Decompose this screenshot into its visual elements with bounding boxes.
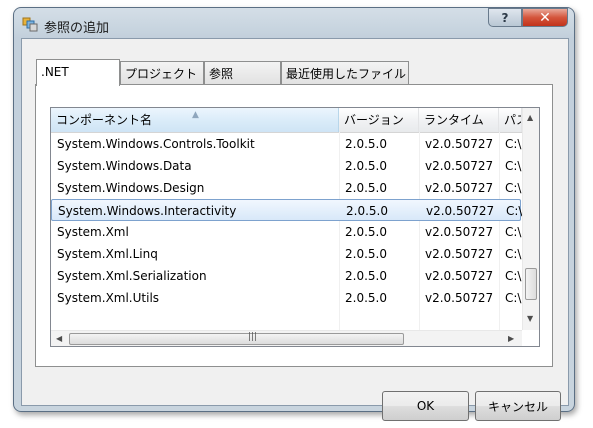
cell-component-name: System.Windows.Design [57,181,205,195]
cell-version: 2.0.5.0 [345,181,387,195]
table-row[interactable]: System.Xml 2.0.5.0 v2.0.50727 C:\ [51,221,521,243]
table-row[interactable]: System.Xml.Linq 2.0.5.0 v2.0.50727 C:\ [51,243,521,265]
help-button[interactable]: ? [488,8,522,27]
cell-path: C:\ [506,204,523,218]
cell-runtime: v2.0.50727 [425,247,494,261]
scroll-left-icon[interactable]: ◀ [56,334,62,343]
ok-button[interactable]: OK [382,391,469,421]
cell-runtime: v2.0.50727 [425,225,494,239]
cell-runtime: v2.0.50727 [425,181,494,195]
tab-recent[interactable]: 最近使用したファイル [281,61,409,84]
table-row[interactable]: System.Windows.Data 2.0.5.0 v2.0.50727 C:\ [51,155,521,177]
cell-path: C:\ [505,247,522,261]
cell-version: 2.0.5.0 [345,291,387,305]
window-title: 参照の追加 [44,21,110,36]
vertical-scroll-thumb[interactable] [525,268,537,300]
close-button[interactable]: ✕ [522,8,568,27]
cell-runtime: v2.0.50727 [426,204,495,218]
vertical-scrollbar[interactable]: ▲ ▼ [522,108,539,330]
cell-runtime: v2.0.50727 [425,137,494,151]
table-row[interactable]: System.Xml.Utils 2.0.5.0 v2.0.50727 C:\ [51,287,521,309]
tab-panel: コンポーネント名 ▲ バージョン ランタイム パス System.Windows… [35,84,553,367]
horizontal-scroll-thumb[interactable]: ||| [69,332,404,345]
cell-path: C:\ [505,291,522,305]
horizontal-scrollbar[interactable]: ◀ ||| ▶ [51,330,522,346]
cell-path: C:\ [505,137,522,151]
scroll-right-icon[interactable]: ▶ [508,334,514,343]
table-row[interactable]: System.Windows.Controls.Toolkit 2.0.5.0 v2… [51,133,521,155]
add-reference-icon [22,17,38,32]
column-header-version[interactable]: バージョン [339,108,419,132]
tab-projects[interactable]: プロジェクト [120,61,204,84]
component-list[interactable]: コンポーネント名 ▲ バージョン ランタイム パス System.Windows… [50,107,540,347]
column-header-component-name[interactable]: コンポーネント名 ▲ [51,108,339,132]
cell-runtime: v2.0.50727 [425,159,494,173]
sort-ascending-icon: ▲ [192,110,199,120]
cell-version: 2.0.5.0 [345,137,387,151]
table-row[interactable]: System.Xml.Serialization 2.0.5.0 v2.0.5072… [51,265,521,287]
table-row[interactable]: System.Windows.Design 2.0.5.0 v2.0.50727 C:… [51,177,521,199]
column-header-runtime[interactable]: ランタイム [419,108,499,132]
tab-browse[interactable]: 参照 [204,61,281,84]
cell-version: 2.0.5.0 [345,225,387,239]
cell-version: 2.0.5.0 [345,159,387,173]
scroll-down-icon[interactable]: ▼ [527,314,533,323]
cell-component-name: System.Windows.Interactivity [58,204,237,218]
cell-component-name: System.Xml.Linq [57,247,158,261]
cell-path: C:\ [505,181,522,195]
cell-path: C:\ [505,269,522,283]
scroll-up-icon[interactable]: ▲ [527,113,533,122]
cell-component-name: System.Xml.Serialization [57,269,207,283]
cell-component-name: System.Xml.Utils [57,291,160,305]
cell-component-name: System.Xml [57,225,129,239]
cancel-button[interactable]: キャンセル [475,391,561,421]
tab-dotnet[interactable]: .NET [36,59,120,86]
cell-version: 2.0.5.0 [346,204,388,218]
cell-path: C:\ [505,225,522,239]
cell-component-name: System.Windows.Data [57,159,192,173]
cell-path: C:\ [505,159,522,173]
cell-version: 2.0.5.0 [345,247,387,261]
list-header: コンポーネント名 ▲ バージョン ランタイム パス [51,108,539,133]
column-header-path[interactable]: パス [499,108,522,132]
grip-icon: ||| [248,332,258,342]
cell-version: 2.0.5.0 [345,269,387,283]
dialog-body: .NET プロジェクト 参照 最近使用したファイル コンポーネント名 ▲ バージ… [21,38,569,421]
table-row-selected[interactable]: System.Windows.Interactivity 2.0.5.0 v2.0.… [51,199,523,221]
column-label: コンポーネント名 [56,113,153,127]
add-reference-dialog: 参照の追加 ? ✕ .NET プロジェクト 参照 最近使用したファイル コンポー… [13,7,575,421]
cell-runtime: v2.0.50727 [425,291,494,305]
cell-runtime: v2.0.50727 [425,269,494,283]
cell-component-name: System.Windows.Controls.Toolkit [57,137,255,151]
